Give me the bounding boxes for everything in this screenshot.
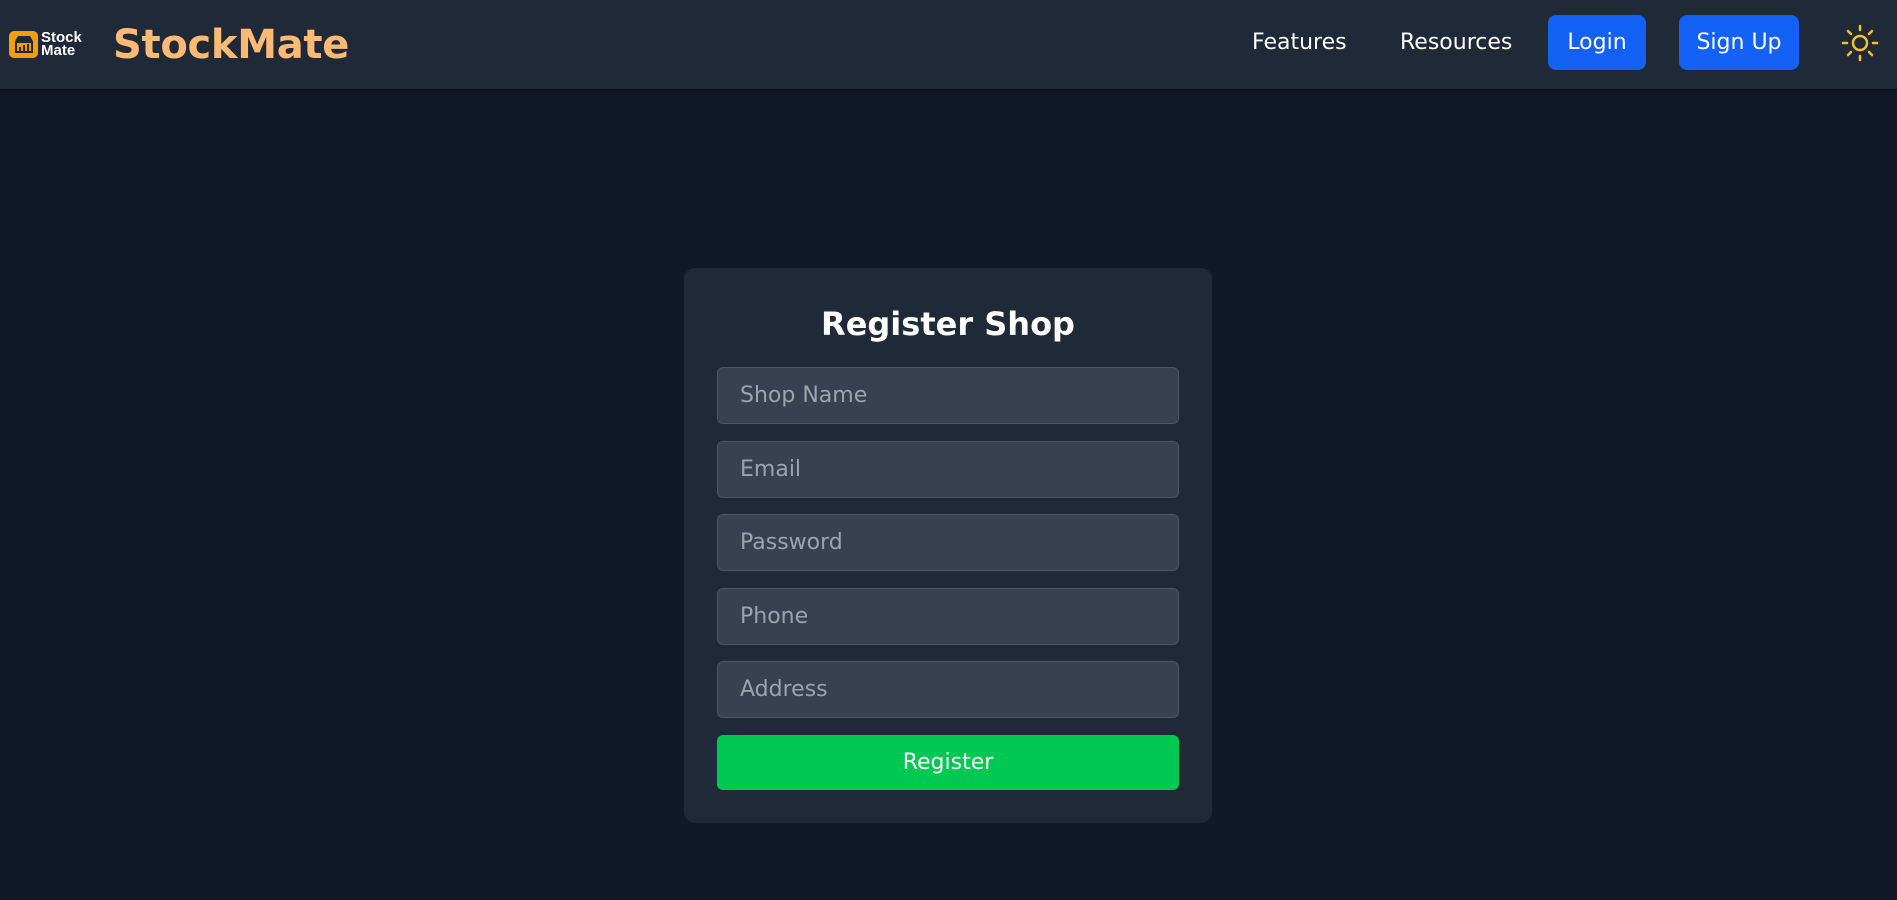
- password-input[interactable]: [717, 514, 1179, 571]
- sun-icon: [1841, 24, 1879, 62]
- top-navbar: Stock Mate StockMate Features Resources …: [0, 0, 1897, 89]
- theme-toggle-button[interactable]: [1841, 24, 1879, 62]
- phone-input[interactable]: [717, 588, 1179, 645]
- logo-text-line2: Mate: [41, 42, 76, 59]
- nav-link-features[interactable]: Features: [1252, 30, 1347, 55]
- register-button[interactable]: Register: [717, 735, 1179, 790]
- logo-text: Stock Mate: [41, 30, 82, 59]
- shop-chart-icon: [9, 30, 38, 58]
- logo[interactable]: Stock Mate: [9, 29, 91, 59]
- login-button[interactable]: Login: [1548, 15, 1646, 70]
- nav-link-resources[interactable]: Resources: [1400, 30, 1512, 55]
- email-input[interactable]: [717, 441, 1179, 498]
- shop-name-input[interactable]: [717, 367, 1179, 424]
- address-input[interactable]: [717, 661, 1179, 718]
- page-title: Register Shop: [821, 305, 1075, 343]
- signup-button[interactable]: Sign Up: [1679, 15, 1799, 70]
- register-card: Register Shop Register: [684, 268, 1212, 823]
- brand-name[interactable]: StockMate: [113, 22, 349, 68]
